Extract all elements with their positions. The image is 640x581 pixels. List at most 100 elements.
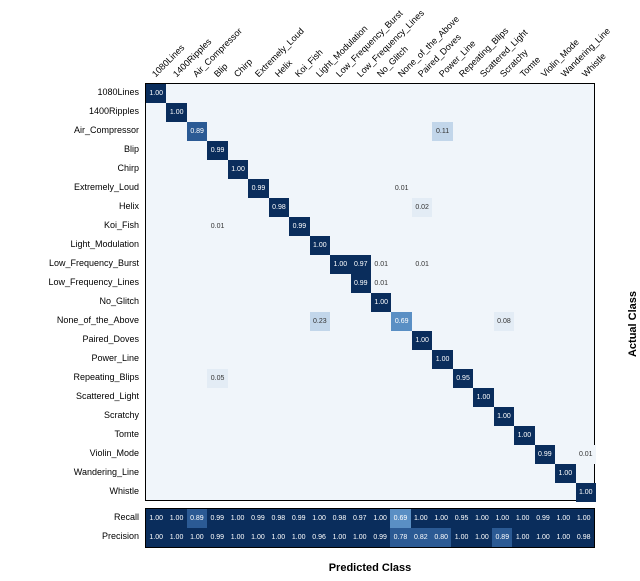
metric-cell: 0.89 bbox=[187, 509, 207, 528]
matrix-cell: 1.00 bbox=[576, 483, 596, 502]
metric-cell: 1.00 bbox=[431, 509, 451, 528]
matrix-cell: 0.01 bbox=[391, 179, 411, 198]
metric-cell: 0.99 bbox=[289, 509, 309, 528]
y-axis-label: Actual Class bbox=[627, 291, 639, 357]
metric-cell: 0.98 bbox=[574, 528, 594, 547]
metric-cell: 1.00 bbox=[187, 528, 207, 547]
metric-cell: 0.96 bbox=[309, 528, 329, 547]
column-labels-group: 1080Lines1400RipplesAir_CompressorBlipCh… bbox=[145, 5, 595, 83]
row-label: None_of_the_Above bbox=[57, 311, 139, 330]
metric-cell: 1.00 bbox=[574, 509, 594, 528]
row-label: Blip bbox=[124, 140, 139, 159]
matrix-cell: 0.23 bbox=[310, 312, 330, 331]
metric-cell: 0.99 bbox=[533, 509, 553, 528]
metric-cell: 1.00 bbox=[289, 528, 309, 547]
metric-cell: 0.98 bbox=[268, 509, 288, 528]
matrix-cell: 0.02 bbox=[412, 198, 432, 217]
matrix-cell: 1.00 bbox=[514, 426, 534, 445]
metric-cell: 0.78 bbox=[390, 528, 410, 547]
metric-cell: 1.00 bbox=[512, 528, 532, 547]
matrix-cell: 0.01 bbox=[207, 217, 227, 236]
matrix-cell: 0.99 bbox=[207, 141, 227, 160]
metric-cell: 0.99 bbox=[207, 528, 227, 547]
matrix-cell: 0.08 bbox=[494, 312, 514, 331]
row-label: Low_Frequency_Burst bbox=[49, 254, 139, 273]
col-label: Chirp bbox=[232, 57, 254, 79]
metric-cell: 0.80 bbox=[431, 528, 451, 547]
row-label: Paired_Doves bbox=[82, 330, 139, 349]
metric-cell: 1.00 bbox=[146, 528, 166, 547]
matrix-cell: 1.00 bbox=[228, 160, 248, 179]
metric-cell: 1.00 bbox=[411, 509, 431, 528]
matrix-cell: 0.01 bbox=[576, 445, 596, 464]
row-label: Power_Line bbox=[91, 349, 139, 368]
row-label: Koi_Fish bbox=[104, 216, 139, 235]
matrix-cell: 0.98 bbox=[269, 198, 289, 217]
row-label: 1080Lines bbox=[97, 83, 139, 102]
matrix-cell: 1.00 bbox=[371, 293, 391, 312]
metric-cell: 1.00 bbox=[166, 509, 186, 528]
matrix-cell: 0.99 bbox=[248, 179, 268, 198]
metric-row: 1.001.001.000.991.001.001.001.000.961.00… bbox=[146, 528, 594, 547]
row-label: Chirp bbox=[117, 159, 139, 178]
metric-cell: 1.00 bbox=[451, 528, 471, 547]
metric-cell: 1.00 bbox=[512, 509, 532, 528]
metric-cell: 1.00 bbox=[227, 528, 247, 547]
row-label: Violin_Mode bbox=[90, 444, 139, 463]
row-label: 1400Ripples bbox=[89, 102, 139, 121]
metric-cell: 1.00 bbox=[268, 528, 288, 547]
matrix-cell: 0.95 bbox=[453, 369, 473, 388]
row-label: Scattered_Light bbox=[76, 387, 139, 406]
metric-cell: 1.00 bbox=[553, 509, 573, 528]
row-label: Wandering_Line bbox=[74, 463, 139, 482]
matrix-cell: 1.00 bbox=[432, 350, 452, 369]
metric-cell: 0.82 bbox=[411, 528, 431, 547]
matrix-cell: 1.00 bbox=[146, 84, 166, 103]
matrix-cell: 0.99 bbox=[289, 217, 309, 236]
metric-cell: 0.69 bbox=[390, 509, 410, 528]
metric-cell: 0.99 bbox=[248, 509, 268, 528]
matrix-cell: 0.11 bbox=[432, 122, 452, 141]
row-label: No_Glitch bbox=[99, 292, 139, 311]
confusion-matrix: 1.001.000.890.110.991.000.990.010.980.02… bbox=[145, 83, 595, 501]
matrix-cell: 1.00 bbox=[166, 103, 186, 122]
row-label: Air_Compressor bbox=[74, 121, 139, 140]
metric-cell: 0.95 bbox=[451, 509, 471, 528]
row-label: Low_Frequency_Lines bbox=[48, 273, 139, 292]
matrix-cell: 1.00 bbox=[330, 255, 350, 274]
matrix-cell: 0.89 bbox=[187, 122, 207, 141]
row-label: Light_Modulation bbox=[70, 235, 139, 254]
col-label: Blip bbox=[212, 61, 230, 79]
matrix-cell: 0.99 bbox=[351, 274, 371, 293]
metric-cell: 1.00 bbox=[533, 528, 553, 547]
row-label: Tomte bbox=[114, 425, 139, 444]
metrics-heatmap: 1.001.000.890.991.000.990.980.991.000.98… bbox=[145, 508, 595, 548]
metric-cell: 1.00 bbox=[248, 528, 268, 547]
matrix-cell: 0.01 bbox=[412, 255, 432, 274]
metric-cell: 0.98 bbox=[329, 509, 349, 528]
metric-label: Precision bbox=[102, 527, 139, 546]
matrix-cell: 0.97 bbox=[351, 255, 371, 274]
matrix-cell: 1.00 bbox=[473, 388, 493, 407]
row-label: Repeating_Blips bbox=[73, 368, 139, 387]
metric-cell: 1.00 bbox=[492, 509, 512, 528]
confusion-matrix-chart: 1080Lines1400RipplesAir_CompressorBlipCh… bbox=[5, 5, 635, 576]
row-label: Extremely_Loud bbox=[74, 178, 139, 197]
metric-cell: 1.00 bbox=[146, 509, 166, 528]
matrix-cell: 0.99 bbox=[535, 445, 555, 464]
matrix-cell: 0.01 bbox=[371, 274, 391, 293]
metric-cell: 1.00 bbox=[350, 528, 370, 547]
row-label: Helix bbox=[119, 197, 139, 216]
matrix-cell: 0.05 bbox=[207, 369, 227, 388]
metric-cell: 1.00 bbox=[370, 509, 390, 528]
row-label: Whistle bbox=[109, 482, 139, 501]
metric-cell: 1.00 bbox=[309, 509, 329, 528]
metric-cell: 1.00 bbox=[227, 509, 247, 528]
metric-cell: 1.00 bbox=[166, 528, 186, 547]
row-label: Scratchy bbox=[104, 406, 139, 425]
matrix-cell: 1.00 bbox=[494, 407, 514, 426]
matrix-cell: 0.01 bbox=[371, 255, 391, 274]
metric-cell: 0.89 bbox=[492, 528, 512, 547]
matrix-cell: 1.00 bbox=[412, 331, 432, 350]
matrix-cell: 1.00 bbox=[555, 464, 575, 483]
